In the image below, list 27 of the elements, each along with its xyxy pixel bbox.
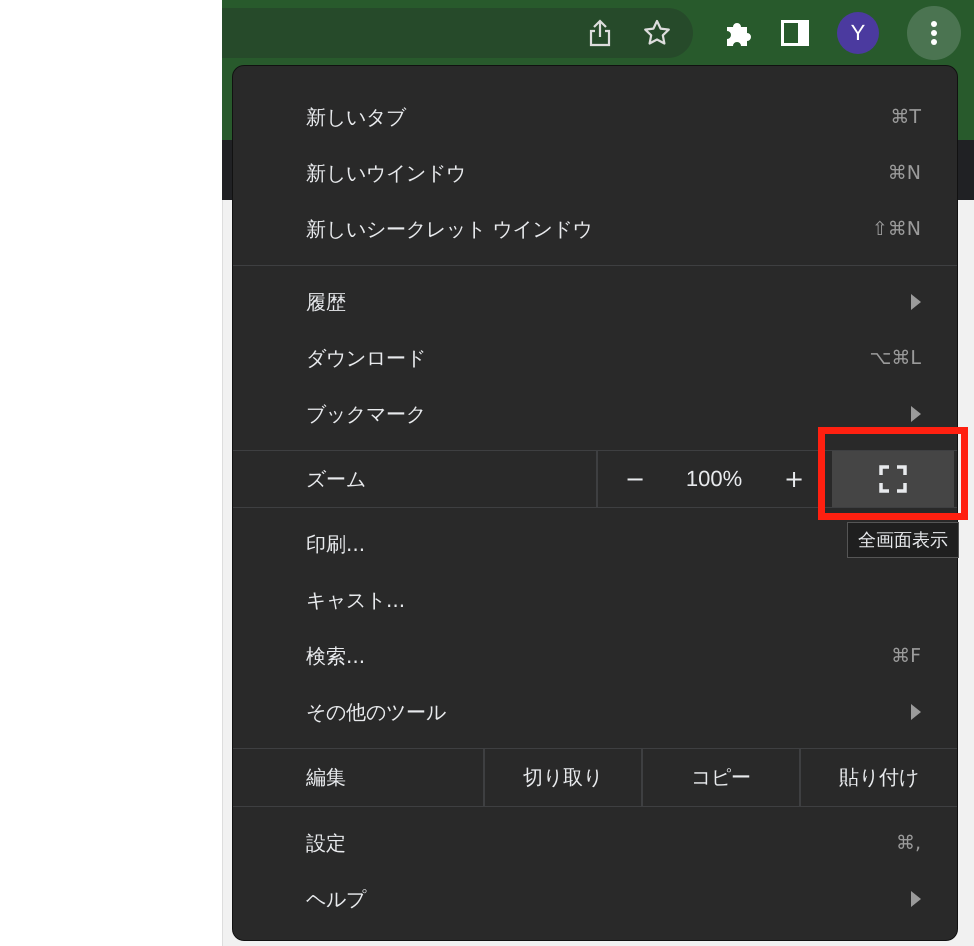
menu-item[interactable]: キャスト... (233, 572, 957, 628)
fullscreen-icon (879, 465, 907, 493)
submenu-arrow-icon (911, 704, 921, 720)
sidebar-icon[interactable] (781, 20, 809, 46)
menu-item[interactable]: ブックマーク (233, 386, 957, 442)
menu-item[interactable]: ヘルプ (233, 871, 957, 927)
menu-icon (930, 20, 938, 46)
menu-item[interactable]: その他のツール (233, 684, 957, 740)
menu-item[interactable]: 新しいタブ ⌘T (233, 89, 957, 145)
share-icon[interactable] (588, 18, 612, 46)
submenu-arrow-icon (911, 891, 921, 907)
zoom-in-button[interactable]: + (756, 451, 832, 507)
menu-item[interactable]: ダウンロード ⌥⌘L (233, 330, 957, 386)
menu-item[interactable]: 新しいシークレット ウインドウ ⇧⌘N (233, 201, 957, 257)
menu-item[interactable]: 検索... ⌘F (233, 628, 957, 684)
zoom-level: 100% (684, 465, 744, 493)
star-icon[interactable] (643, 18, 671, 46)
submenu-arrow-icon (911, 294, 921, 310)
menu-item[interactable]: 履歴 (233, 274, 957, 330)
submenu-arrow-icon (911, 406, 921, 422)
menu-item[interactable]: 新しいウインドウ ⌘N (233, 145, 957, 201)
menu-item[interactable]: 設定 ⌘, (233, 815, 957, 871)
tooltip: 全画面表示 (847, 522, 959, 558)
profile-avatar[interactable]: Y (837, 12, 879, 54)
edit-label: 編集 (305, 764, 347, 791)
fullscreen-button[interactable] (832, 451, 954, 507)
zoom-label: ズーム (305, 466, 367, 492)
